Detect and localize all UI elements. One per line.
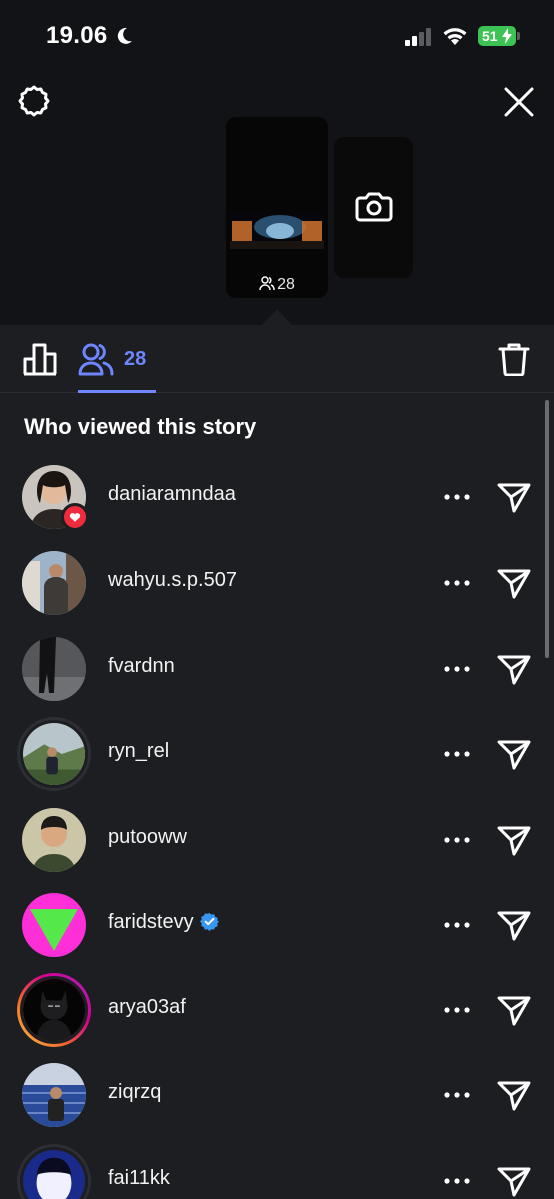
- send-icon[interactable]: [496, 479, 532, 515]
- more-icon[interactable]: [440, 571, 474, 595]
- avatar[interactable]: [22, 551, 86, 615]
- moon-icon: [117, 27, 132, 44]
- verified-icon: [199, 912, 219, 931]
- add-story-thumbnail[interactable]: [334, 137, 413, 278]
- wifi-icon: [443, 28, 467, 45]
- avatar[interactable]: [22, 637, 86, 701]
- bar-chart-icon[interactable]: [22, 341, 58, 377]
- send-icon[interactable]: [496, 736, 532, 772]
- status-bar: 19.06 51: [0, 0, 554, 70]
- viewers-icon: [78, 343, 114, 376]
- viewer-username-text: faridstevy: [108, 911, 194, 933]
- send-icon[interactable]: [496, 992, 532, 1028]
- more-icon[interactable]: [440, 1083, 474, 1107]
- story-view-count-text: 28: [277, 276, 295, 293]
- viewer-username[interactable]: fai11kk: [108, 1167, 170, 1190]
- send-icon[interactable]: [496, 907, 532, 943]
- trash-icon[interactable]: [498, 342, 530, 376]
- more-icon[interactable]: [440, 742, 474, 766]
- tab-viewers-count: 28: [124, 347, 147, 370]
- status-time: 19.06: [46, 22, 108, 49]
- viewer-row[interactable]: fai11kk: [0, 1144, 554, 1199]
- more-icon[interactable]: [440, 828, 474, 852]
- avatar[interactable]: [22, 1063, 86, 1127]
- close-icon[interactable]: [502, 85, 536, 119]
- avatar[interactable]: [22, 893, 86, 957]
- send-icon[interactable]: [496, 651, 532, 687]
- more-icon[interactable]: [440, 657, 474, 681]
- avatar[interactable]: [17, 973, 91, 1047]
- battery-level: 51: [482, 28, 498, 44]
- story-view-count: 28: [226, 275, 328, 294]
- battery-tip: [517, 32, 520, 40]
- section-title: Who viewed this story: [24, 414, 257, 439]
- avatar[interactable]: [17, 1144, 91, 1199]
- story-preview-area: 19.06 51 28: [0, 0, 554, 325]
- viewer-tabs: 28: [0, 325, 554, 393]
- more-icon[interactable]: [440, 1169, 474, 1193]
- more-icon[interactable]: [440, 485, 474, 509]
- viewer-username[interactable]: wahyu.s.p.507: [108, 569, 237, 592]
- concert-photo: [230, 213, 324, 249]
- viewer-row[interactable]: putooww: [0, 808, 554, 893]
- story-thumbnail[interactable]: 28: [226, 117, 328, 298]
- camera-icon: [355, 192, 393, 222]
- charging-icon: [502, 28, 512, 44]
- viewer-row[interactable]: arya03af: [0, 973, 554, 1063]
- viewer-row[interactable]: wahyu.s.p.507: [0, 551, 554, 636]
- viewer-row[interactable]: ryn_rel: [0, 717, 554, 807]
- selected-story-pointer: [262, 309, 292, 325]
- avatar[interactable]: [22, 808, 86, 872]
- heart-icon: [61, 503, 89, 531]
- viewer-username[interactable]: ryn_rel: [108, 740, 169, 763]
- cellular-signal-icon: [405, 28, 431, 46]
- viewer-username[interactable]: faridstevy: [108, 911, 219, 934]
- viewer-username[interactable]: fvardnn: [108, 655, 175, 678]
- more-icon[interactable]: [440, 998, 474, 1022]
- battery-indicator: 51: [478, 26, 516, 46]
- send-icon[interactable]: [496, 822, 532, 858]
- viewers-icon: [259, 276, 275, 291]
- tab-viewers[interactable]: 28: [78, 339, 146, 379]
- send-icon[interactable]: [496, 565, 532, 601]
- viewer-row[interactable]: faridstevy: [0, 893, 554, 978]
- viewer-row[interactable]: daniaramndaa: [0, 465, 554, 550]
- viewer-row[interactable]: fvardnn: [0, 637, 554, 722]
- active-tab-indicator: [78, 390, 156, 393]
- send-icon[interactable]: [496, 1077, 532, 1113]
- more-icon[interactable]: [440, 913, 474, 937]
- send-icon[interactable]: [496, 1163, 532, 1199]
- avatar[interactable]: [17, 717, 91, 791]
- viewer-username[interactable]: putooww: [108, 826, 187, 849]
- viewer-row[interactable]: ziqrzq: [0, 1063, 554, 1148]
- viewer-username[interactable]: ziqrzq: [108, 1081, 161, 1104]
- gear-icon[interactable]: [16, 83, 52, 119]
- viewer-username[interactable]: arya03af: [108, 996, 186, 1019]
- viewer-username[interactable]: daniaramndaa: [108, 483, 236, 506]
